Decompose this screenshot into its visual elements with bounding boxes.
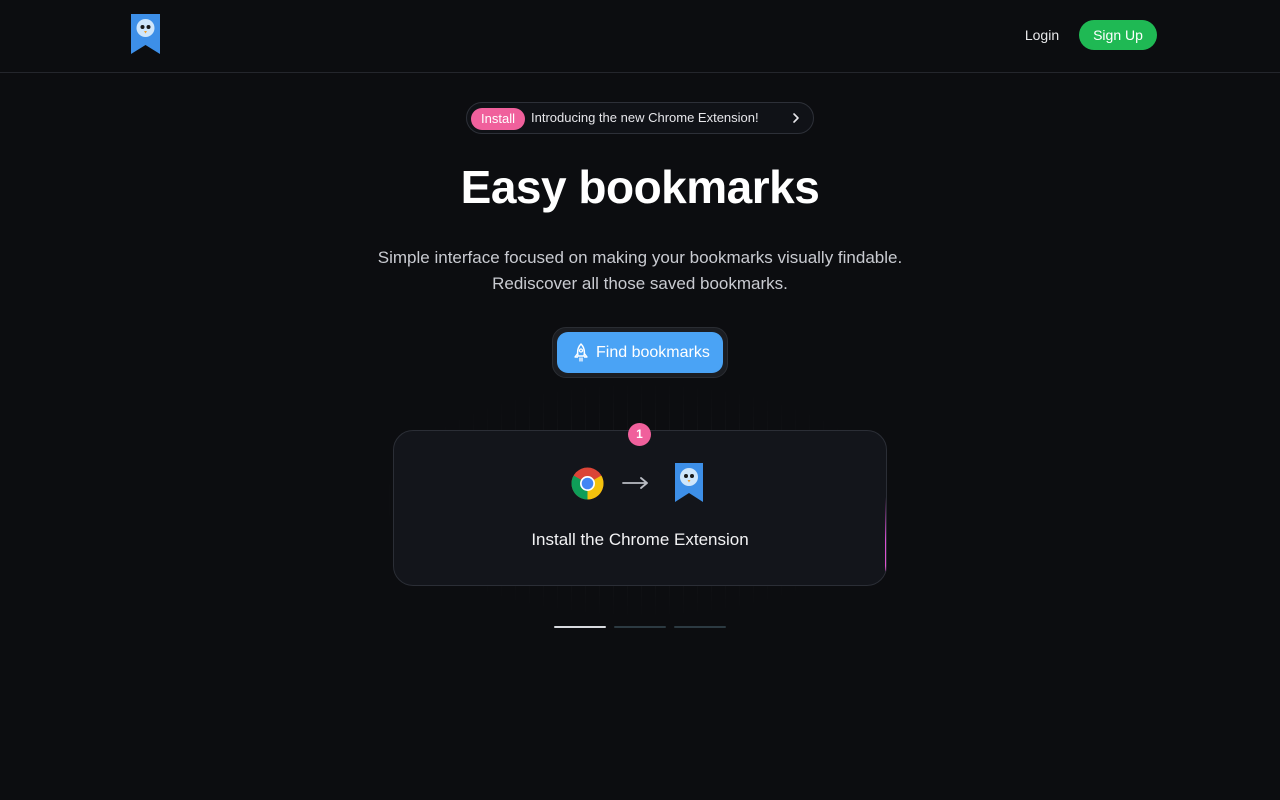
bookmark-bird-logo-icon <box>675 463 703 502</box>
rocket-icon <box>574 343 588 362</box>
cta-container: Find bookmarks <box>552 327 728 378</box>
site-header: Login Sign Up <box>0 0 1280 73</box>
announcement-pill[interactable]: Install Introducing the new Chrome Exten… <box>466 102 814 134</box>
chrome-icon <box>571 467 604 500</box>
bookmark-bird-logo-icon[interactable] <box>131 14 160 54</box>
find-bookmarks-label: Find bookmarks <box>596 344 710 361</box>
step-number-badge: 1 <box>628 423 651 446</box>
step-card <box>393 430 887 586</box>
signup-button[interactable]: Sign Up <box>1079 20 1157 50</box>
carousel-dot-3[interactable] <box>674 626 726 628</box>
arrow-right-icon <box>622 477 648 489</box>
chevron-right-icon <box>793 113 799 123</box>
hero-subtitle-line-1: Simple interface focused on making your … <box>377 248 903 267</box>
login-link[interactable]: Login <box>1014 20 1070 50</box>
carousel-dot-2[interactable] <box>614 626 666 628</box>
announcement-text: Introducing the new Chrome Extension! <box>531 110 759 125</box>
hero-subtitle: Simple interface focused on making your … <box>0 245 1280 297</box>
hero-subtitle-line-2: Rediscover all those saved bookmarks. <box>492 274 788 293</box>
install-badge: Install <box>471 108 525 130</box>
carousel-dot-1[interactable] <box>554 626 606 628</box>
find-bookmarks-button[interactable]: Find bookmarks <box>557 332 723 373</box>
step-label: Install the Chrome Extension <box>531 530 749 549</box>
page-title: Easy bookmarks <box>460 161 820 213</box>
